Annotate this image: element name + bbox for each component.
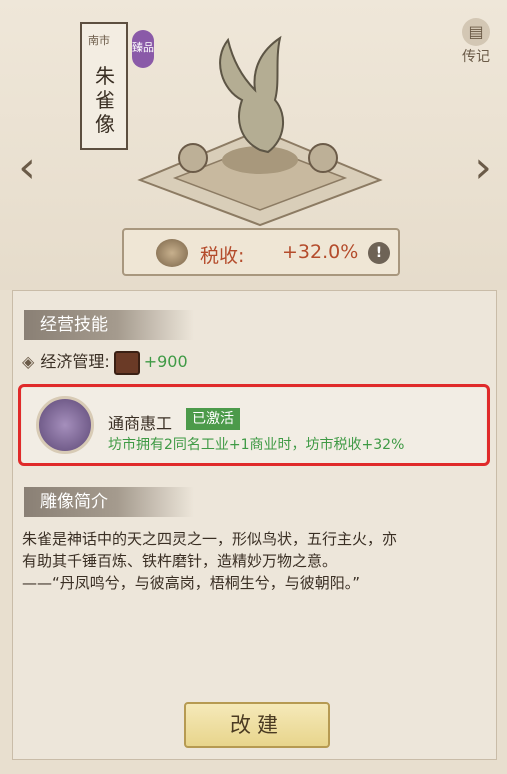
- region-tag: 南市: [88, 34, 110, 47]
- statue-nameplate: 南市 朱雀像: [80, 22, 128, 150]
- skill-row: ◈ 经济管理: +900: [22, 348, 188, 376]
- intro-title: 雕像简介: [24, 487, 194, 517]
- intro-line: 有助其千锤百炼、铁杵磨针，造精妙万物之意。: [22, 552, 338, 570]
- intro-line: 朱雀是神话中的天之四灵之一，形似鸟状，五行主火，亦: [22, 530, 398, 548]
- coin-pile-icon: [156, 239, 188, 267]
- exclamation-info-icon[interactable]: !: [368, 242, 390, 264]
- next-statue-button[interactable]: ›: [468, 146, 498, 192]
- skill-name: 经济管理:: [40, 352, 110, 371]
- scroll-book-icon: ▤: [462, 18, 490, 46]
- statue-name: 朱雀像: [95, 64, 115, 136]
- skill-value: +900: [143, 352, 188, 371]
- previous-statue-button[interactable]: ‹: [12, 146, 42, 192]
- tax-banner: 税收: +32.0% !: [122, 228, 400, 276]
- tax-label: 税收:: [200, 245, 245, 267]
- business-skill-title: 经营技能: [24, 310, 194, 340]
- intro-line: ——“丹凤鸣兮，与彼高岗，梧桐生兮，与彼朝阳。”: [22, 574, 361, 592]
- chevron-right-icon: ›: [474, 142, 492, 193]
- biography-label: 传记: [462, 49, 490, 65]
- chevron-left-icon: ‹: [18, 142, 36, 193]
- intro-text: 朱雀是神话中的天之四灵之一，形似鸟状，五行主火，亦 有助其千锤百炼、铁杵磨针，造…: [22, 528, 482, 594]
- rebuild-button[interactable]: 改建: [184, 702, 330, 748]
- highlight-outline: [18, 384, 490, 466]
- ledger-book-icon: [113, 350, 140, 375]
- vermilion-bird-statue-image: [137, 35, 383, 227]
- biography-button[interactable]: ▤ 传记: [456, 18, 496, 70]
- tax-value: +32.0%: [282, 241, 359, 263]
- diamond-bullet-icon: ◈: [22, 352, 35, 371]
